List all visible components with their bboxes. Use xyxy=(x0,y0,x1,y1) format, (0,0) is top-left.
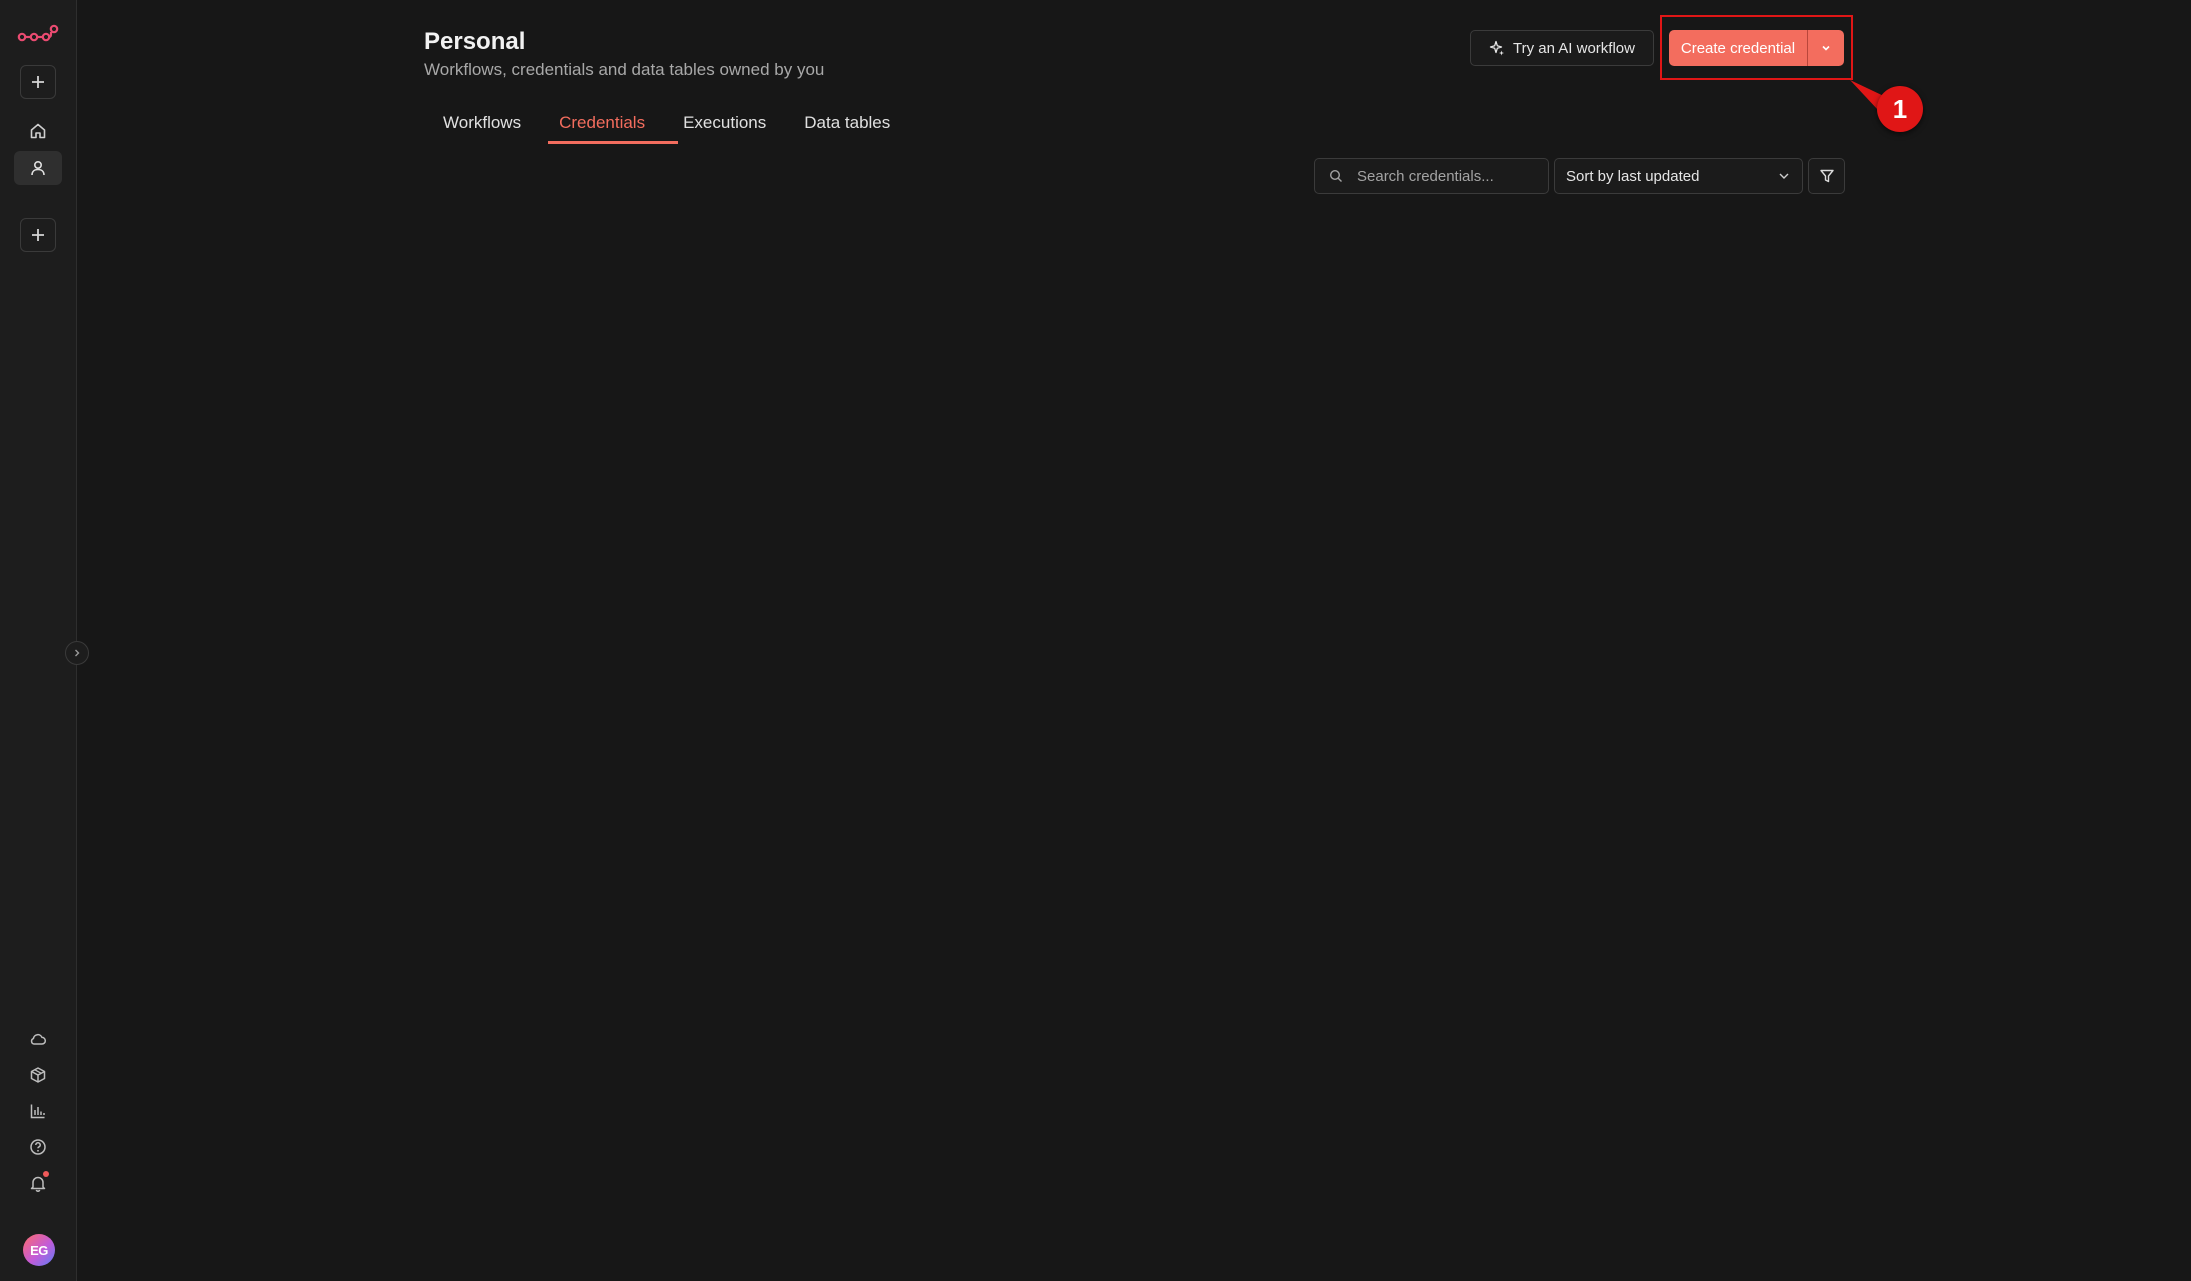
create-credential-split-button: Create credential xyxy=(1669,30,1844,66)
templates-box-icon[interactable] xyxy=(24,1061,52,1089)
create-credential-button[interactable]: Create credential xyxy=(1669,30,1807,66)
try-ai-workflow-button[interactable]: Try an AI workflow xyxy=(1470,30,1654,66)
notification-dot xyxy=(43,1171,49,1177)
help-icon[interactable] xyxy=(24,1133,52,1161)
active-tab-indicator xyxy=(548,141,678,144)
search-icon xyxy=(1329,169,1342,182)
page-subtitle: Workflows, credentials and data tables o… xyxy=(424,60,825,79)
plus-icon xyxy=(32,229,44,241)
annotation-badge: 1 xyxy=(1877,86,1923,132)
n8n-logo-icon[interactable] xyxy=(17,23,59,47)
chevron-right-icon xyxy=(75,649,80,657)
filter-funnel-icon xyxy=(1819,169,1834,183)
home-icon xyxy=(30,123,46,139)
collapse-sidebar-button[interactable] xyxy=(65,641,89,665)
tab-credentials[interactable]: Credentials xyxy=(540,106,664,144)
tab-data-tables[interactable]: Data tables xyxy=(785,106,909,144)
user-icon xyxy=(31,160,45,176)
sparkle-icon xyxy=(1489,40,1504,56)
sort-select[interactable]: Sort by last updated xyxy=(1554,158,1803,194)
page-title: Personal xyxy=(424,28,526,55)
plus-icon xyxy=(32,76,44,88)
project-tabs: Workflows Credentials Executions Data ta… xyxy=(424,106,909,144)
create-options-dropdown-button[interactable] xyxy=(1808,30,1844,66)
search-box xyxy=(1314,158,1549,194)
notifications-bell-icon[interactable] xyxy=(24,1169,52,1197)
sort-selected-value: Sort by last updated xyxy=(1566,167,1700,185)
sidebar-item-personal[interactable] xyxy=(14,151,62,185)
sidebar-item-overview[interactable] xyxy=(14,114,62,148)
tab-workflows[interactable]: Workflows xyxy=(424,106,540,144)
sidebar: EG xyxy=(0,0,89,1281)
create-new-button[interactable] xyxy=(20,65,56,99)
filter-button[interactable] xyxy=(1808,158,1845,194)
cloud-admin-panel-icon[interactable] xyxy=(24,1025,52,1053)
chevron-down-icon xyxy=(1779,173,1789,179)
try-ai-workflow-label: Try an AI workflow xyxy=(1513,39,1635,57)
user-avatar[interactable]: EG xyxy=(23,1234,55,1266)
search-credentials-input[interactable] xyxy=(1355,166,1535,186)
chevron-down-icon xyxy=(1822,45,1830,51)
add-project-button[interactable] xyxy=(20,218,56,252)
insights-chart-icon[interactable] xyxy=(24,1097,52,1125)
tab-executions[interactable]: Executions xyxy=(664,106,785,144)
